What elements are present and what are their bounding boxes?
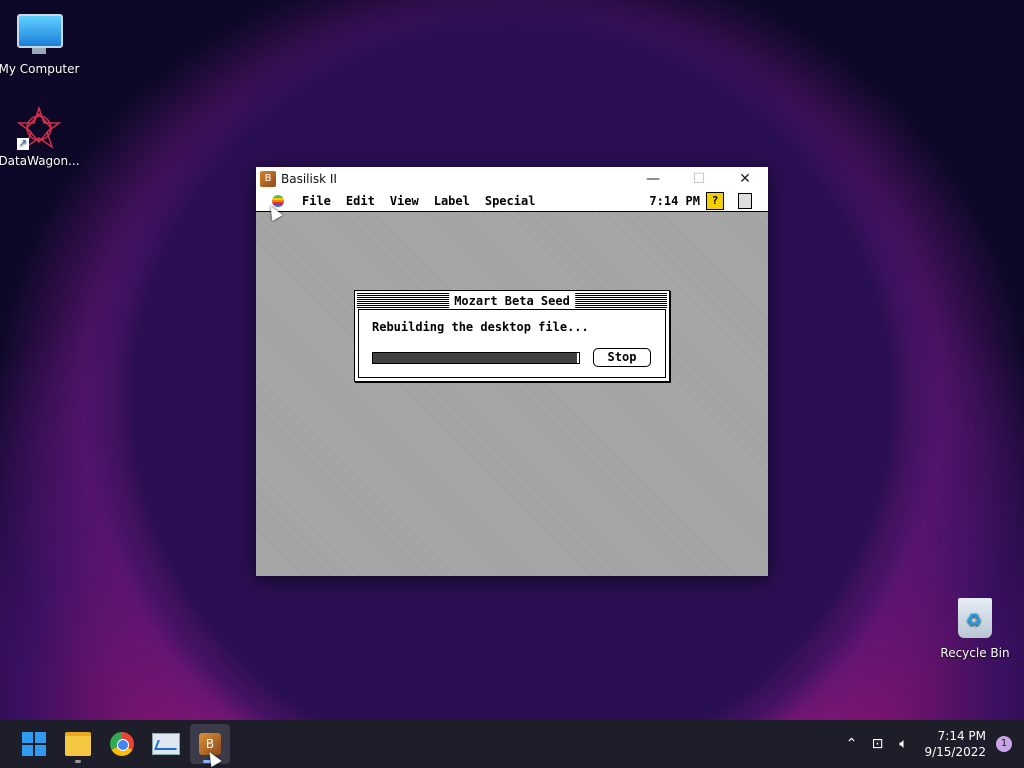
monitor-chart-icon: [152, 733, 180, 755]
taskbar-time: 7:14 PM: [937, 729, 986, 743]
close-button[interactable]: ✕: [722, 167, 768, 191]
shortcut-arrow-icon: ↗: [17, 138, 29, 150]
folder-icon: [65, 732, 91, 756]
basilisk-window[interactable]: B Basilisk II — ☐ ✕ File Edit View Label…: [256, 167, 768, 576]
dialog-body: Rebuilding the desktop file... Stop: [358, 309, 666, 378]
stop-button[interactable]: Stop: [593, 348, 651, 367]
basilisk-app-icon: B: [260, 171, 276, 187]
menu-file[interactable]: File: [302, 194, 331, 208]
menu-view[interactable]: View: [390, 194, 419, 208]
system-tray: ⌃ ⊡ 🔈︎ 7:14 PM 9/15/2022 1: [838, 720, 1024, 768]
network-icon[interactable]: ⊡: [864, 736, 890, 752]
taskbar-date: 9/15/2022: [924, 745, 986, 759]
datawagon-star-icon: ↗: [16, 105, 62, 150]
menu-label[interactable]: Label: [434, 194, 470, 208]
chrome-icon: [110, 732, 134, 756]
taskbar-chrome[interactable]: [102, 724, 142, 764]
monitor-icon: [17, 14, 63, 58]
chevron-up-icon[interactable]: ⌃: [838, 736, 864, 752]
desktop-icon-label: My Computer: [0, 62, 80, 76]
mac-desktop: Mozart Beta Seed Rebuilding the desktop …: [256, 212, 768, 576]
desktop-icon-datawagon[interactable]: ↗ DataWagon...: [0, 105, 84, 168]
desktop-icon-label: Recycle Bin: [940, 646, 1010, 660]
taskbar-file-explorer[interactable]: [58, 724, 98, 764]
dialog-message: Rebuilding the desktop file...: [372, 320, 589, 334]
window-titlebar[interactable]: B Basilisk II — ☐ ✕: [256, 167, 768, 191]
maximize-button[interactable]: ☐: [676, 167, 722, 191]
desktop-icon-my-computer[interactable]: My Computer: [0, 10, 84, 76]
finder-app-icon[interactable]: [738, 193, 752, 209]
windows-logo-icon: [22, 732, 46, 756]
taskbar-system-monitor[interactable]: [146, 724, 186, 764]
dialog-titlebar: Mozart Beta Seed: [357, 293, 667, 309]
minimize-button[interactable]: —: [630, 167, 676, 191]
clock-area[interactable]: 7:14 PM 9/15/2022: [924, 728, 986, 760]
start-button[interactable]: [14, 724, 54, 764]
menu-edit[interactable]: Edit: [346, 194, 375, 208]
menu-special[interactable]: Special: [485, 194, 536, 208]
notification-badge[interactable]: 1: [996, 736, 1012, 752]
progress-bar: [372, 352, 580, 364]
help-balloon-icon[interactable]: ?: [706, 192, 724, 210]
recycle-bin-icon: ♻: [953, 598, 997, 642]
progress-fill: [373, 353, 577, 363]
mac-clock: 7:14 PM: [649, 194, 700, 208]
volume-icon[interactable]: 🔈︎: [890, 736, 916, 752]
desktop-icon-label: DataWagon...: [0, 154, 80, 168]
dialog-title: Mozart Beta Seed: [449, 293, 575, 309]
window-title: Basilisk II: [281, 172, 337, 186]
taskbar: B ⌃ ⊡ 🔈︎ 7:14 PM 9/15/2022 1: [0, 720, 1024, 768]
desktop-icon-recycle-bin[interactable]: ♻ Recycle Bin: [930, 596, 1020, 660]
progress-dialog: Mozart Beta Seed Rebuilding the desktop …: [354, 290, 670, 382]
mac-menubar: File Edit View Label Special 7:14 PM ?: [256, 191, 768, 212]
